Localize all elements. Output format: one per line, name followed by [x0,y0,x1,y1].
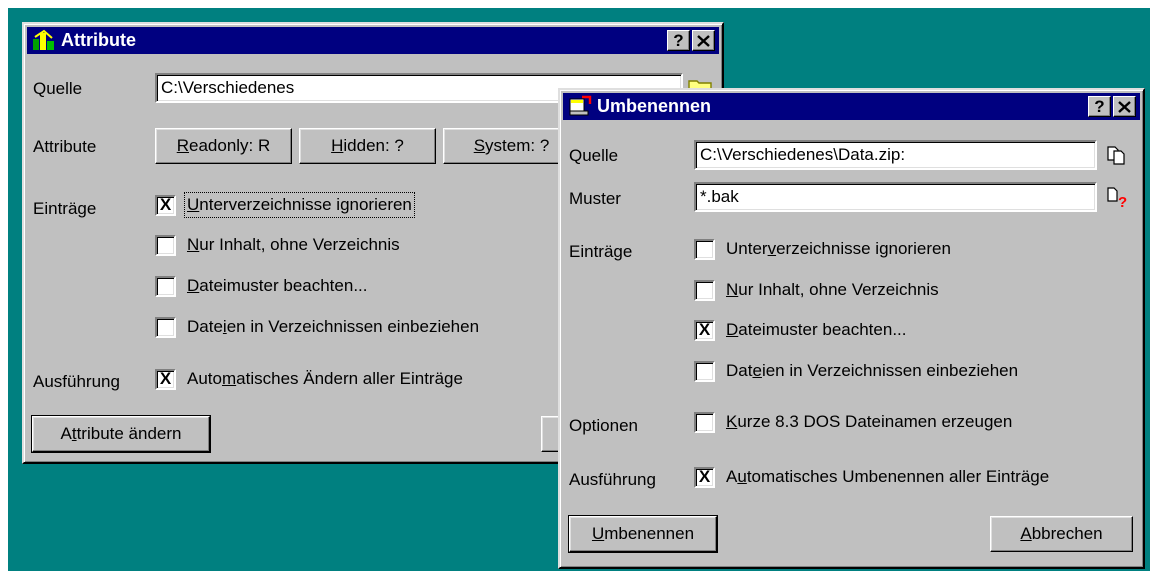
umbenennen-titlebar[interactable]: Umbenennen ? [563,93,1140,120]
option-label: Dateimuster beachten... [187,276,368,295]
checkbox-checked-icon: X [155,369,176,390]
checkbox-unchecked-icon [694,361,715,382]
option-label: Dateimuster beachten... [726,320,907,339]
umbenennen-ok-button[interactable]: Umbenennen [568,515,718,553]
close-icon [1118,101,1131,113]
umbenennen-dialog: Umbenennen ? Quelle C:\Verschiedenes\Dat… [558,88,1145,569]
umbenennen-optionen-label: Optionen [569,416,638,435]
attribute-help-button[interactable]: ? [667,30,690,51]
umbenennen-abbrechen-button[interactable]: Abbrechen [990,516,1133,552]
rename-app-icon [569,95,592,116]
readonly-button[interactable]: Readonly: R [155,128,292,164]
file-pattern-help-icon[interactable]: ? [1105,185,1131,209]
option-label: Unterverzeichnisse ignorieren [184,192,415,218]
attribute-auto-checkbox[interactable]: X Automatisches Ändern aller Einträge [155,367,585,393]
umbenennen-help-button[interactable]: ? [1088,96,1111,117]
umbenennen-eintraege-label: Einträge [569,242,633,261]
umbenennen-option-dateimuster[interactable]: X Dateimuster beachten... [694,318,1134,344]
checkbox-checked-icon: X [694,467,715,488]
checkbox-unchecked-icon [155,317,176,338]
attribute-quelle-label: Quelle [33,79,83,98]
umbenennen-title: Umbenennen [597,96,712,116]
attribute-option-dateien-einbeziehen[interactable]: Dateien in Verzeichnissen einbeziehen [155,315,585,341]
umbenennen-close-button[interactable] [1113,96,1136,117]
attribute-eintraege-label: Einträge [33,199,97,218]
svg-text:?: ? [1118,194,1127,209]
attribute-option-nur-inhalt[interactable]: Nur Inhalt, ohne Verzeichnis [155,233,585,259]
close-icon [697,35,710,47]
checkbox-unchecked-icon [155,235,176,256]
umbenennen-option-dateien-einbeziehen[interactable]: Dateien in Verzeichnissen einbeziehen [694,359,1134,385]
umbenennen-auto-checkbox[interactable]: X Automatisches Umbenennen aller Einträg… [694,465,1134,491]
umbenennen-quelle-input[interactable]: C:\Verschiedenes\Data.zip: [694,140,1097,170]
option-label: Nur Inhalt, ohne Verzeichnis [726,280,939,299]
copy-files-icon[interactable] [1105,144,1131,166]
option-label: Unterverzeichnisse ignorieren [726,239,951,258]
checkbox-unchecked-icon [694,280,715,301]
attribute-title: Attribute [61,30,136,50]
attribute-titlebar[interactable]: Attribute ? [27,27,719,54]
attribute-close-button[interactable] [692,30,715,51]
checkbox-checked-icon: X [155,195,176,216]
option-label: Automatisches Umbenennen aller Einträge [726,467,1050,486]
attribute-ausfuehrung-label: Ausführung [33,372,120,391]
checkbox-checked-icon: X [694,320,715,341]
checkbox-unchecked-icon [694,239,715,260]
umbenennen-muster-input[interactable]: *.bak [694,182,1097,212]
umbenennen-ausfuehrung-label: Ausführung [569,470,656,489]
umbenennen-kurze-dateinamen-checkbox[interactable]: Kurze 8.3 DOS Dateinamen erzeugen [694,410,1134,436]
checkbox-unchecked-icon [155,276,176,297]
attribute-attribute-label: Attribute [33,137,97,156]
umbenennen-option-nur-inhalt[interactable]: Nur Inhalt, ohne Verzeichnis [694,278,1134,304]
option-label: Automatisches Ändern aller Einträge [187,369,463,388]
option-label: Nur Inhalt, ohne Verzeichnis [187,235,400,254]
attribute-aendern-button[interactable]: Attribute ändern [31,415,211,453]
attribute-option-dateimuster[interactable]: Dateimuster beachten... [155,274,585,300]
attribute-option-unterverzeichnisse-ignorieren[interactable]: X Unterverzeichnisse ignorieren [155,192,585,219]
option-label: Dateien in Verzeichnissen einbeziehen [726,361,1019,380]
umbenennen-quelle-label: Quelle [569,146,619,165]
umbenennen-option-unterverzeichnisse-ignorieren[interactable]: Unterverzeichnisse ignorieren [694,237,1134,263]
checkbox-unchecked-icon [694,412,715,433]
umbenennen-muster-label: Muster [569,189,621,208]
hidden-button[interactable]: Hidden: ? [299,128,436,164]
option-label: Dateien in Verzeichnissen einbeziehen [187,317,480,336]
option-label: Kurze 8.3 DOS Dateinamen erzeugen [726,412,1013,431]
attribute-app-icon [33,29,54,50]
